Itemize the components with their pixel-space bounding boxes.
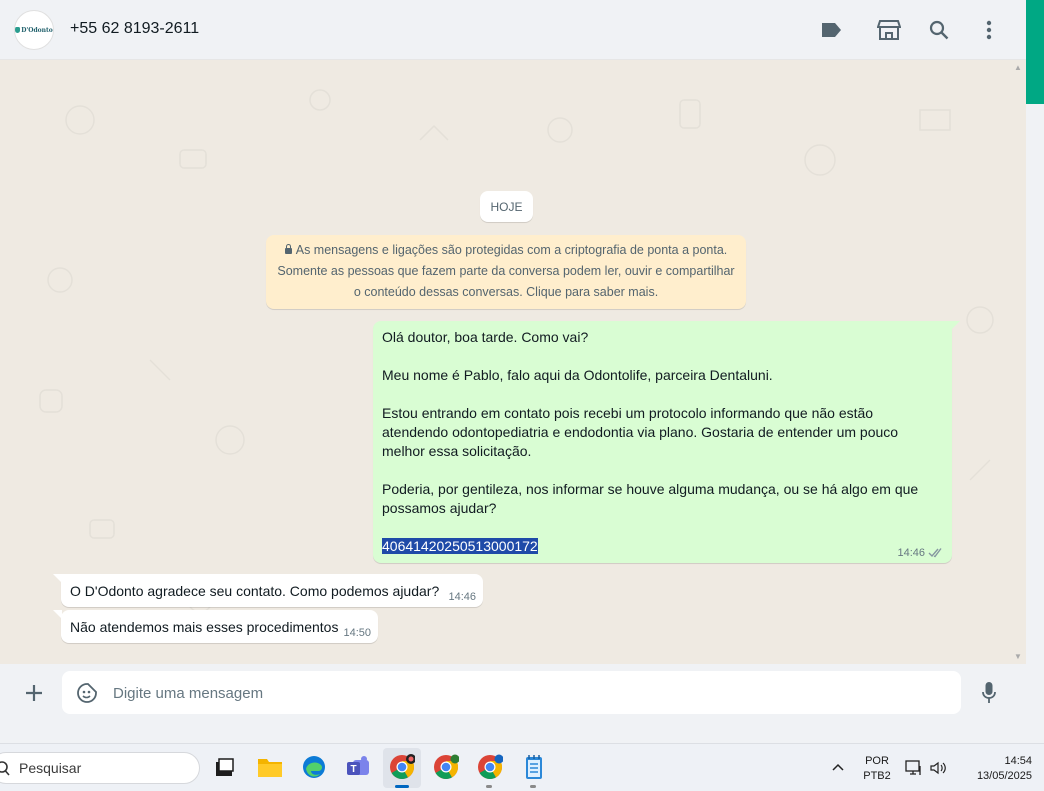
encryption-line-1: As mensagens e ligações são protegidas c…	[266, 240, 746, 261]
teams-icon[interactable]: T	[344, 753, 372, 781]
outgoing-message-meta: 14:46	[897, 547, 944, 559]
keyboard-layout: PTB2	[863, 770, 891, 782]
active-app-indicator	[395, 785, 409, 788]
contact-name[interactable]: +55 62 8193-2611	[70, 20, 199, 38]
svg-text:T: T	[350, 764, 356, 775]
outgoing-message[interactable]: Olá doutor, boa tarde. Como vai? Meu nom…	[373, 321, 960, 563]
search-icon	[0, 761, 10, 776]
clock-date: 13/05/2025	[976, 770, 1032, 782]
outgoing-message-body: Olá doutor, boa tarde. Como vai? Meu nom…	[382, 328, 927, 556]
read-ticks-icon	[928, 548, 942, 558]
incoming-message[interactable]: Não atendemos mais esses procedimentos 1…	[53, 610, 378, 643]
date-chip: HOJE	[480, 191, 533, 222]
accent-strip	[1026, 0, 1044, 104]
language-code: POR	[865, 755, 889, 767]
incoming-message[interactable]: O D'Odonto agradece seu contato. Como po…	[53, 574, 483, 607]
encryption-text-1: As mensagens e ligações são protegidas c…	[295, 243, 728, 257]
label-icon[interactable]	[819, 18, 843, 42]
microphone-icon[interactable]	[977, 681, 1001, 705]
system-clock[interactable]: 14:54 13/05/2025	[958, 754, 1032, 784]
sticker-emoji-icon[interactable]	[75, 681, 99, 705]
protocol-number-line: 40641420250513000172	[382, 537, 927, 556]
message-paragraph: Poderia, por gentileza, nos informar se …	[382, 481, 919, 516]
chrome-profile-2-icon[interactable]	[432, 753, 460, 781]
search-icon[interactable]	[927, 18, 951, 42]
chrome-profile-1-icon[interactable]	[388, 753, 416, 781]
message-time: 14:46	[448, 591, 476, 603]
tooth-icon	[15, 27, 21, 33]
volume-icon[interactable]	[929, 759, 947, 777]
encryption-notice[interactable]: As mensagens e ligações são protegidas c…	[266, 235, 746, 309]
catalog-icon[interactable]	[877, 18, 901, 42]
message-paragraph: Estou entrando em contato pois recebi um…	[382, 405, 899, 459]
task-view-icon[interactable]	[210, 753, 238, 781]
chrome-profile-3-icon[interactable]	[476, 753, 504, 781]
taskbar-search-label: Pesquisar	[19, 760, 82, 776]
right-edge-panel	[1026, 0, 1044, 726]
contact-avatar[interactable]: D'Odonto	[14, 10, 54, 50]
lock-icon	[284, 244, 292, 254]
scroll-up-arrow[interactable]: ▲	[1014, 63, 1022, 72]
chevron-up-icon[interactable]	[831, 760, 845, 774]
message-time: 14:46	[897, 547, 925, 559]
menu-icon[interactable]	[977, 18, 1001, 42]
message-time: 14:50	[343, 627, 371, 639]
running-app-indicator	[530, 785, 536, 788]
message-paragraph: Olá doutor, boa tarde. Como vai?	[382, 329, 589, 345]
incoming-message-text: Não atendemos mais esses procedimentos	[70, 619, 339, 635]
edge-browser-icon[interactable]	[300, 753, 328, 781]
language-indicator[interactable]: POR PTB2	[859, 754, 895, 784]
notepad-icon[interactable]	[520, 753, 548, 781]
network-icon[interactable]	[905, 759, 923, 777]
message-input[interactable]	[113, 682, 933, 704]
message-paragraph: Meu nome é Pablo, falo aqui da Odontolif…	[382, 367, 773, 383]
encryption-line-2: Somente as pessoas que fazem parte da co…	[277, 264, 735, 278]
attach-plus-icon[interactable]	[22, 681, 46, 705]
file-explorer-icon[interactable]	[256, 753, 284, 781]
clock-time: 14:54	[1004, 755, 1032, 767]
scroll-down-arrow[interactable]: ▼	[1014, 652, 1022, 661]
chat-header: D'Odonto +55 62 8193-2611	[0, 0, 1026, 60]
avatar-logo-text: D'Odonto	[21, 26, 53, 34]
avatar-logo: D'Odonto	[15, 27, 53, 34]
incoming-message-text: O D'Odonto agradece seu contato. Como po…	[70, 583, 440, 599]
running-app-indicator	[486, 785, 492, 788]
encryption-line-3: o conteúdo dessas conversas. Clique para…	[353, 285, 659, 299]
protocol-number-selected[interactable]: 40641420250513000172	[382, 538, 538, 554]
whatsapp-window: D'Odonto +55 62 8193-2611 ▲ ▼ HOJE As me…	[0, 0, 1026, 726]
